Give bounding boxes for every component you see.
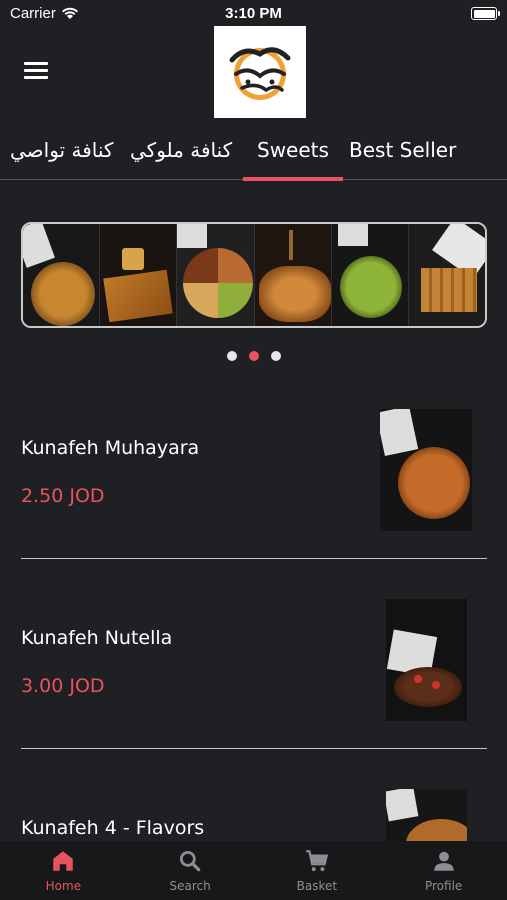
banner-photo-5 [331, 224, 409, 326]
banner-photo-2 [100, 224, 178, 326]
tab-kunafa-malouki[interactable]: كنافة ملوكي [130, 138, 232, 162]
item-name: Kunafeh 4 - Flavors [21, 817, 205, 839]
cart-icon [306, 850, 329, 872]
item-name: Kunafeh Nutella [21, 627, 173, 649]
category-tabs: كنافة تواصي كنافة ملوكي Sweets Best Sell… [0, 130, 507, 181]
banner-photo-3 [177, 224, 255, 326]
carousel-dot-3[interactable] [270, 351, 281, 361]
banner-photo-1 [23, 224, 101, 326]
tab-best-seller[interactable]: Best Seller [349, 138, 456, 162]
app-header [0, 26, 507, 118]
profile-icon [433, 851, 454, 871]
item-name: Kunafeh Muhayara [21, 437, 200, 459]
item-image [386, 599, 467, 721]
carousel-page-indicator [0, 351, 507, 361]
tabbar-home[interactable]: Home [0, 841, 127, 900]
list-item[interactable]: Kunafeh Nutella 3.00 JOD [0, 585, 507, 751]
home-icon [53, 851, 74, 871]
divider [21, 558, 487, 559]
status-time: 3:10 PM [225, 5, 282, 22]
bottom-tab-bar: Home Search Basket Profile [0, 841, 507, 900]
carousel-dot-2[interactable] [248, 351, 259, 361]
item-price: 2.50 JOD [21, 485, 105, 507]
tabbar-basket-label: Basket [296, 879, 338, 893]
tabbar-search[interactable]: Search [127, 841, 254, 900]
tab-sweets[interactable]: Sweets [243, 138, 343, 181]
tabbar-profile[interactable]: Profile [380, 841, 507, 900]
list-item[interactable]: Kunafeh Muhayara 2.50 JOD [0, 395, 507, 561]
logo-emblem [229, 47, 291, 100]
search-icon [180, 850, 201, 872]
banner-photo-4 [254, 224, 332, 326]
promo-banner-carousel[interactable] [21, 222, 487, 328]
item-image [380, 409, 472, 531]
tabbar-profile-label: Profile [424, 879, 463, 893]
divider [21, 748, 487, 749]
item-price: 3.00 JOD [21, 675, 105, 697]
banner-photo-6 [408, 224, 485, 326]
tabbar-home-label: Home [45, 879, 82, 893]
tabbar-search-label: Search [169, 879, 211, 893]
item-image [386, 789, 467, 841]
tab-kunafa-tawasi[interactable]: كنافة تواصي [10, 138, 113, 162]
tabbar-basket[interactable]: Basket [254, 841, 381, 900]
battery-icon [471, 7, 500, 20]
list-item[interactable]: Kunafeh 4 - Flavors [0, 775, 507, 841]
status-bar: Carrier 3:10 PM [0, 0, 507, 28]
carousel-dot-1[interactable] [226, 351, 237, 361]
brand-logo [214, 26, 306, 118]
hamburger-menu-icon[interactable] [24, 62, 48, 82]
